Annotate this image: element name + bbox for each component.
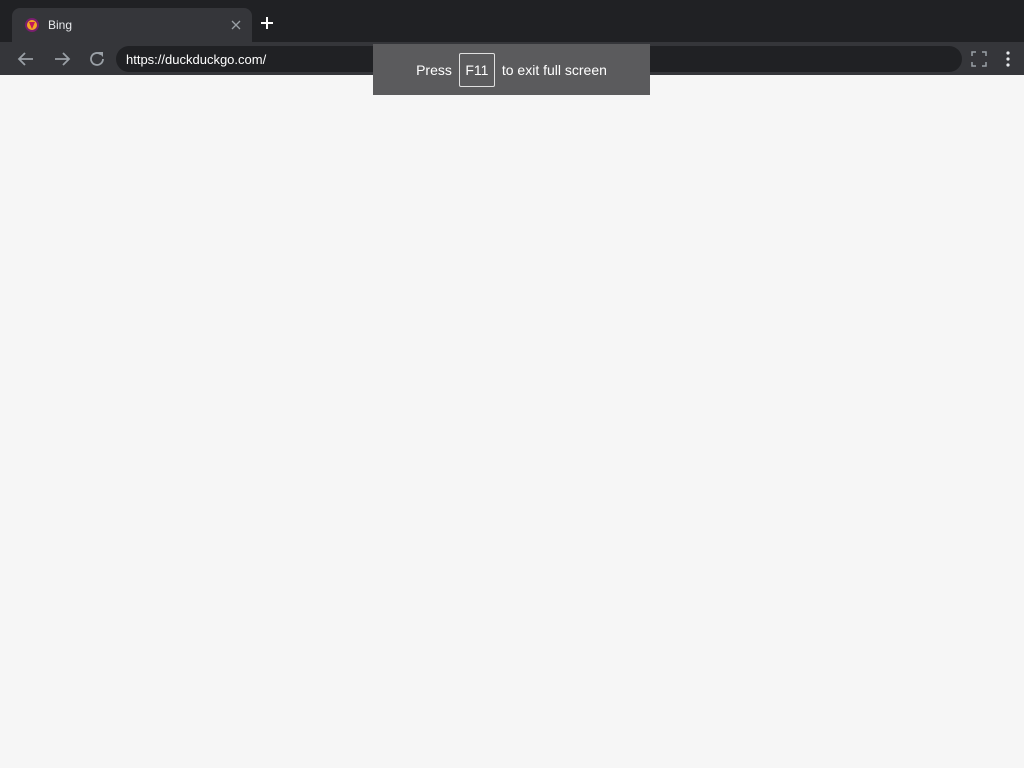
fullscreen-exit-notice: Press F11 to exit full screen [373,44,650,95]
page-content [0,75,1024,768]
f11-key: F11 [458,52,495,87]
fullscreen-icon [971,51,987,67]
vertical-dots-icon [1006,51,1010,67]
plus-icon [261,17,273,29]
fullscreen-button[interactable] [970,50,988,68]
arrow-right-icon [55,52,71,66]
menu-button[interactable] [998,48,1018,70]
reload-button[interactable] [86,48,108,70]
forward-button[interactable] [51,48,73,70]
tab-bing[interactable]: Bing [12,8,252,42]
close-icon[interactable] [228,17,244,33]
tab-strip: Bing [0,0,1024,42]
url-text[interactable]: https://duckduckgo.com/ [126,52,266,67]
arrow-left-icon [17,52,33,66]
new-tab-button[interactable] [256,12,278,34]
reload-icon [90,52,104,66]
bing-favicon-icon [25,18,39,32]
tab-title: Bing [48,18,73,32]
notice-prefix: Press [416,61,452,78]
notice-suffix: to exit full screen [501,61,607,78]
back-button[interactable] [15,48,37,70]
